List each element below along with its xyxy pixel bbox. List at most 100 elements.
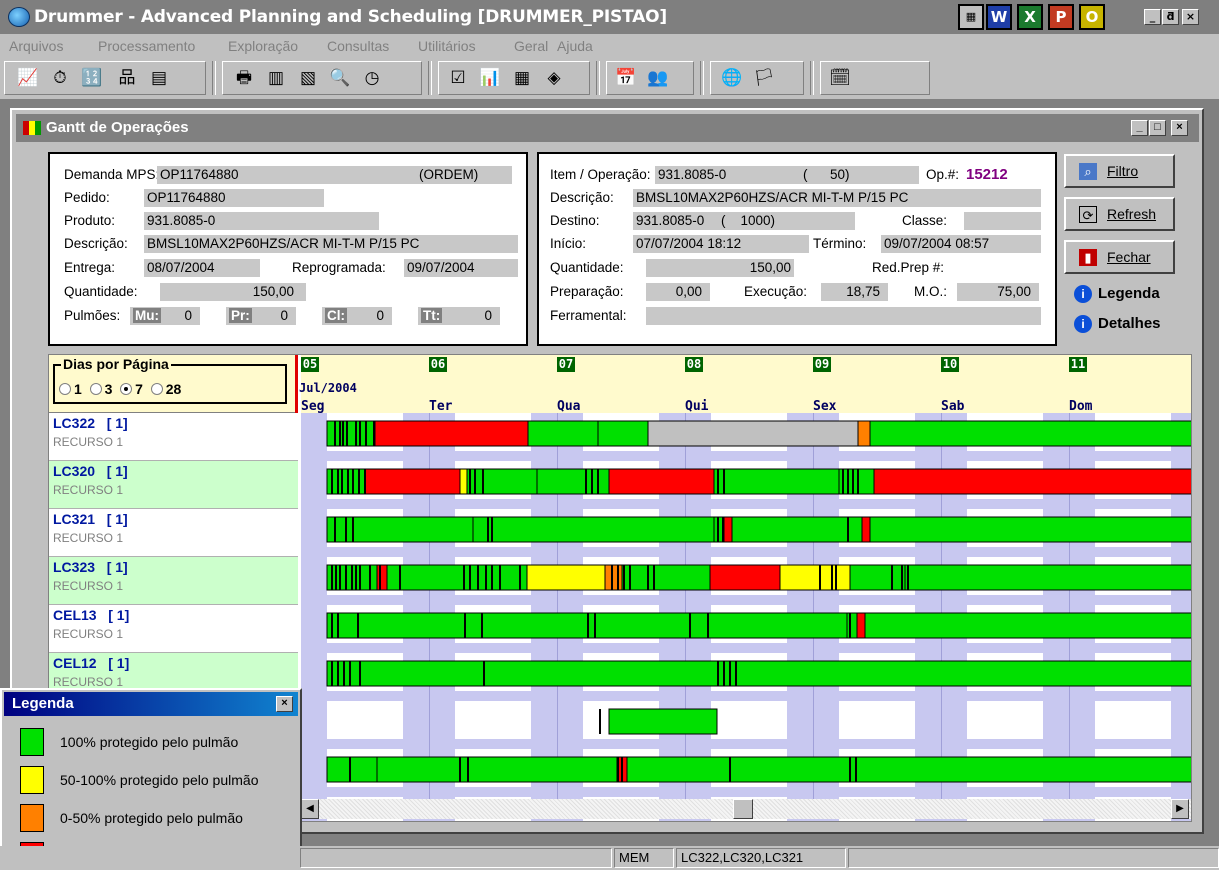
gantt-tick [459, 757, 461, 782]
filtro-button[interactable]: ⌕ Filtro [1064, 154, 1175, 188]
dias-option-3[interactable]: 3 [89, 381, 112, 397]
gantt-tick [835, 565, 837, 590]
scroll-left-icon[interactable]: ◀ [301, 799, 319, 819]
users-icon[interactable]: 👥 [646, 66, 670, 90]
gantt-tick [369, 565, 371, 590]
legenda-link[interactable]: Legenda [1098, 285, 1160, 302]
detalhes-info-icon[interactable]: i [1074, 315, 1092, 333]
dias-option-7[interactable]: 7 [120, 381, 143, 397]
dias-radio-7[interactable] [120, 383, 133, 395]
dias-radio-28[interactable] [150, 383, 163, 395]
report-icon[interactable]: ▥ [264, 66, 288, 90]
legend-swatch [20, 728, 44, 756]
refresh-button[interactable]: ⟳ Refresh [1064, 197, 1175, 231]
gantt-icon[interactable]: ▦ [510, 66, 534, 90]
cube-icon[interactable]: ◈ [542, 66, 566, 90]
outlook-icon[interactable]: O [1079, 4, 1105, 30]
legend-swatch [20, 804, 44, 832]
off-shift-band [301, 557, 327, 595]
gantt-tick [819, 565, 821, 590]
gantt-tick [334, 517, 336, 542]
print-icon[interactable]: 🖶 [232, 66, 256, 90]
resource-row-label[interactable]: CEL13 [ 1] RECURSO 1 [49, 605, 298, 653]
gantt-tick [597, 469, 599, 494]
pulmao-cl-field: Cl: 0 [322, 307, 392, 325]
gantt-tick [464, 613, 466, 638]
gantt-tick [629, 565, 631, 590]
app-minimize-button[interactable]: _ [1144, 9, 1161, 25]
menu-ajuda[interactable]: Ajuda [557, 38, 593, 54]
app-restore-button[interactable]: ƌ [1162, 9, 1179, 25]
gantt-tick [481, 613, 483, 638]
legend-close-button[interactable]: × [276, 696, 293, 712]
gantt-tick [355, 565, 357, 590]
filter-icon: ⌕ [1079, 163, 1097, 180]
off-shift-band [557, 701, 583, 739]
red-prep-label: Red.Prep #: [872, 260, 945, 275]
numbers-icon[interactable]: 🔢 [80, 66, 104, 90]
menu-utilitarios[interactable]: Utilitários [418, 38, 476, 54]
excel-icon[interactable]: X [1017, 4, 1043, 30]
resource-row-label[interactable]: LC322 [ 1] RECURSO 1 [49, 413, 298, 461]
day-number: 06 [429, 357, 447, 372]
menu-arquivos[interactable]: Arquivos [9, 38, 63, 54]
word-icon[interactable]: W [986, 4, 1012, 30]
child-maximize-button[interactable]: □ [1149, 120, 1166, 136]
search-docs-icon[interactable]: 🔍 [328, 66, 352, 90]
chart-edit-icon[interactable]: 📈 [16, 66, 40, 90]
dias-option-28[interactable]: 28 [150, 381, 181, 397]
bar-chart-icon[interactable]: 📊 [478, 66, 502, 90]
legend-swatch [20, 766, 44, 794]
resource-row-label[interactable]: LC321 [ 1] RECURSO 1 [49, 509, 298, 557]
gantt-tick [469, 469, 471, 494]
dias-radio-3[interactable] [89, 383, 102, 395]
gantt-bar [608, 708, 718, 735]
scroll-right-icon[interactable]: ▶ [1171, 799, 1189, 819]
gantt-tick [349, 661, 351, 686]
menu-exploracao[interactable]: Exploração [228, 38, 298, 54]
gantt-tick [337, 469, 339, 494]
calendar-icon[interactable]: 📅 [614, 66, 638, 90]
destino-field: 931.8085-0( 1000) [633, 212, 855, 230]
child-close-button[interactable]: × [1171, 120, 1188, 136]
checklist-icon[interactable]: ☑ [446, 66, 470, 90]
menu-consultas[interactable]: Consultas [327, 38, 389, 54]
reprogramada-field: 09/07/2004 [404, 259, 518, 277]
gantt-bar [904, 564, 1191, 591]
office-bar-icon[interactable]: ▦ [958, 4, 984, 30]
dias-option-1[interactable]: 1 [59, 381, 82, 397]
resource-row-label[interactable]: LC320 [ 1] RECURSO 1 [49, 461, 298, 509]
stopwatch-icon[interactable]: ⏱ [48, 66, 72, 90]
scroll-thumb[interactable] [733, 799, 753, 819]
off-shift-band [531, 701, 557, 739]
gantt-bar [386, 564, 528, 591]
menu-processamento[interactable]: Processamento [98, 38, 195, 54]
list-tree-icon[interactable]: ▤ [147, 66, 171, 90]
form-icon[interactable]: ▧ [296, 66, 320, 90]
legenda-info-icon[interactable]: i [1074, 285, 1092, 303]
gantt-tick [364, 469, 366, 494]
calendar-jan-icon[interactable]: 🗓 [828, 66, 852, 90]
gantt-tick [482, 469, 484, 494]
gantt-tick [842, 469, 844, 494]
horizontal-scrollbar[interactable]: ◀ ▶ [301, 799, 1191, 819]
termino-field: 09/07/2004 08:57 [881, 235, 1041, 253]
door-exit-icon: ▮ [1079, 249, 1097, 266]
gantt-bar [326, 756, 378, 783]
fechar-button[interactable]: ▮ Fechar [1064, 240, 1175, 274]
clock-doc-icon[interactable]: ◷ [360, 66, 384, 90]
off-shift-band [301, 749, 327, 787]
dias-radio-1[interactable] [59, 383, 71, 395]
app-close-button[interactable]: × [1182, 9, 1199, 25]
child-minimize-button[interactable]: _ [1131, 120, 1148, 136]
detalhes-link[interactable]: Detalhes [1098, 315, 1161, 332]
brazil-flag-icon[interactable]: 🌐 [720, 66, 744, 90]
gantt-bar [647, 420, 859, 447]
powerpoint-icon[interactable]: P [1048, 4, 1074, 30]
resource-row-label[interactable]: LC323 [ 1] RECURSO 1 [49, 557, 298, 605]
gantt-tick [339, 565, 341, 590]
menu-geral[interactable]: Geral [514, 38, 548, 54]
us-flag-icon[interactable]: 🏳 [752, 66, 776, 90]
hierarchy-icon[interactable]: 品 [115, 66, 139, 90]
gantt-tick [352, 517, 354, 542]
